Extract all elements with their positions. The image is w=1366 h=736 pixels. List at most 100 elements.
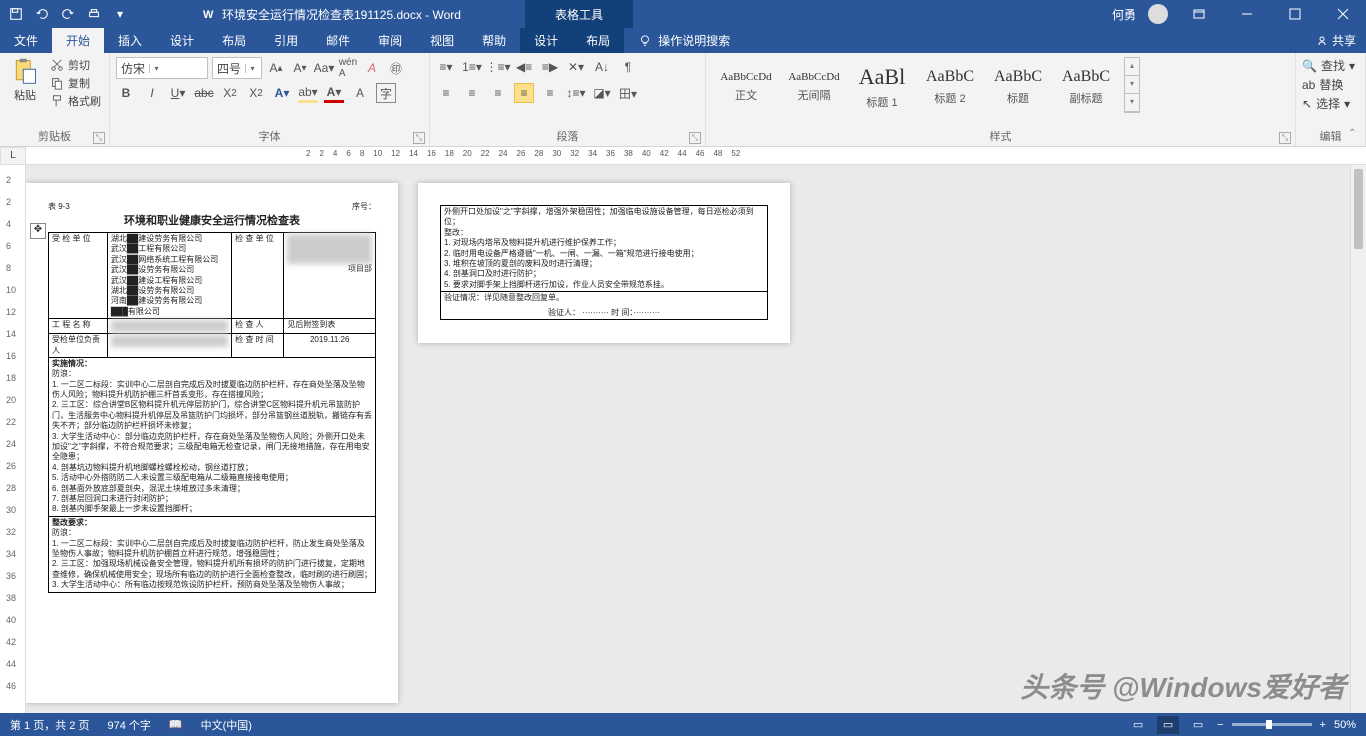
style-item[interactable]: AaBbC标题 2 [917, 57, 983, 117]
align-left-icon[interactable]: ≡ [436, 83, 456, 103]
launcher-icon[interactable]: ⤡ [689, 132, 701, 144]
tab-table-layout[interactable]: 布局 [572, 28, 624, 53]
tab-references[interactable]: 引用 [260, 28, 312, 53]
change-case-icon[interactable]: Aa▾ [314, 58, 334, 78]
tab-table-design[interactable]: 设计 [520, 28, 572, 53]
spellcheck-icon[interactable]: 📖 [169, 718, 183, 731]
page-indicator[interactable]: 第 1 页，共 2 页 [10, 717, 89, 733]
zoom-out-icon[interactable]: − [1217, 719, 1223, 731]
phonetic-guide-icon[interactable]: wénA [338, 58, 358, 78]
char-shading-icon[interactable]: A [350, 83, 370, 103]
word-count[interactable]: 974 个字 [107, 717, 150, 733]
font-size-combo[interactable]: 四号▾ [212, 57, 262, 79]
share-button[interactable]: 共享 [1316, 28, 1356, 53]
char-border-icon[interactable]: 字 [376, 83, 396, 103]
launcher-icon[interactable]: ⤡ [93, 132, 105, 144]
quickprint-icon[interactable] [82, 2, 106, 26]
tab-file[interactable]: 文件 [0, 28, 52, 53]
align-distribute-icon[interactable]: ≡ [540, 83, 560, 103]
redo-icon[interactable] [56, 2, 80, 26]
text-effects-icon[interactable]: A▾ [272, 83, 292, 103]
select-button[interactable]: ↖选择▾ [1302, 95, 1359, 112]
ruler-vertical[interactable]: 2246810121416182022242628303234363840424… [0, 165, 26, 713]
shading-icon[interactable]: ◪▾ [592, 83, 612, 103]
style-item[interactable]: AaBbC副标题 [1053, 57, 1119, 117]
borders-icon[interactable]: 田▾ [618, 83, 638, 103]
paste-button[interactable]: 粘贴 [6, 57, 44, 109]
align-right-icon[interactable]: ≡ [488, 83, 508, 103]
asian-layout-icon[interactable]: ✕▾ [566, 57, 586, 77]
cut-button[interactable]: 剪切 [50, 57, 101, 73]
clear-format-icon[interactable]: A [362, 58, 382, 78]
style-item[interactable]: AaBbCcDd无间隔 [781, 57, 847, 117]
tab-mailings[interactable]: 邮件 [312, 28, 364, 53]
table-anchor-icon[interactable]: ✥ [30, 223, 46, 239]
enclose-char-icon[interactable]: ㊞ [386, 58, 406, 78]
font-color-icon[interactable]: A▾ [324, 83, 344, 103]
web-layout-icon[interactable]: ▭ [1187, 716, 1209, 734]
qa-customize-icon[interactable]: ▾ [108, 2, 132, 26]
sort-icon[interactable]: A↓ [592, 57, 612, 77]
bullets-icon[interactable]: ≡▾ [436, 57, 456, 77]
tab-insert[interactable]: 插入 [104, 28, 156, 53]
style-item[interactable]: AaBbCcDd正文 [713, 57, 779, 117]
shrink-font-icon[interactable]: A▾ [290, 58, 310, 78]
save-icon[interactable] [4, 2, 28, 26]
align-center-icon[interactable]: ≡ [462, 83, 482, 103]
format-painter-button[interactable]: 格式刷 [50, 93, 101, 109]
user-avatar[interactable] [1148, 4, 1168, 24]
strikethrough-icon[interactable]: abc [194, 83, 214, 103]
read-mode-icon[interactable]: ▭ [1127, 716, 1149, 734]
zoom-level[interactable]: 50% [1334, 719, 1356, 731]
launcher-icon[interactable]: ⤡ [413, 132, 425, 144]
tab-design[interactable]: 设计 [156, 28, 208, 53]
minimize-icon[interactable] [1224, 0, 1270, 28]
launcher-icon[interactable]: ⤡ [1279, 132, 1291, 144]
superscript-icon[interactable]: X2 [246, 83, 266, 103]
print-layout-icon[interactable]: ▭ [1157, 716, 1179, 734]
undo-icon[interactable] [30, 2, 54, 26]
tab-view[interactable]: 视图 [416, 28, 468, 53]
replace-button[interactable]: ab替换 [1302, 76, 1359, 93]
numbering-icon[interactable]: 1≡▾ [462, 57, 482, 77]
align-justify-icon[interactable]: ≡ [514, 83, 534, 103]
ruler-corner[interactable]: L [0, 147, 26, 165]
style-item[interactable]: AaBbC标题 [985, 57, 1051, 117]
vertical-scrollbar[interactable] [1350, 165, 1366, 713]
style-item[interactable]: AaBl标题 1 [849, 57, 915, 117]
language-indicator[interactable]: 中文(中国) [201, 717, 252, 733]
ribbon-display-icon[interactable] [1176, 0, 1222, 28]
highlight-icon[interactable]: ab▾ [298, 83, 318, 103]
tab-help[interactable]: 帮助 [468, 28, 520, 53]
show-marks-icon[interactable]: ¶ [618, 57, 638, 77]
zoom-slider[interactable] [1232, 723, 1312, 726]
font-name-combo[interactable]: 仿宋▾ [116, 57, 208, 79]
page-2[interactable]: 外侧开口处加设"之"字斜撑，增强外架稳固性；加强临电设施设备管理，每日巡检必须到… [418, 183, 790, 343]
doc-table[interactable]: 受 检 单 位 湖北██建设劳务有限公司武汉██工程有限公司武汉██网络系统工程… [48, 232, 376, 593]
maximize-icon[interactable] [1272, 0, 1318, 28]
tab-layout[interactable]: 布局 [208, 28, 260, 53]
find-button[interactable]: 🔍查找▾ [1302, 57, 1359, 74]
styles-more-icon[interactable]: ▴▾▾ [1124, 57, 1140, 113]
tab-review[interactable]: 审阅 [364, 28, 416, 53]
line-spacing-icon[interactable]: ↕≡▾ [566, 83, 586, 103]
decrease-indent-icon[interactable]: ◀≡ [514, 57, 534, 77]
collapse-ribbon-icon[interactable]: ⌃ [1348, 128, 1362, 142]
bold-icon[interactable]: B [116, 83, 136, 103]
italic-icon[interactable]: I [142, 83, 162, 103]
close-icon[interactable] [1320, 0, 1366, 28]
user-name[interactable]: 何勇 [1112, 6, 1136, 23]
tell-me-search[interactable]: 操作说明搜索 [624, 28, 744, 53]
tab-home[interactable]: 开始 [52, 28, 104, 53]
subscript-icon[interactable]: X2 [220, 83, 240, 103]
scrollbar-thumb[interactable] [1354, 169, 1363, 249]
multilevel-icon[interactable]: ⋮≡▾ [488, 57, 508, 77]
underline-icon[interactable]: U▾ [168, 83, 188, 103]
increase-indent-icon[interactable]: ≡▶ [540, 57, 560, 77]
zoom-in-icon[interactable]: + [1320, 719, 1326, 731]
copy-button[interactable]: 复制 [50, 75, 101, 91]
ruler-horizontal[interactable]: 2246810121416182022242628303234363840424… [26, 147, 1366, 165]
page-1[interactable]: ✥ 表 9-3 序号： 环境和职业健康安全运行情况检查表 受 检 单 位 湖北█… [26, 183, 398, 703]
document-canvas[interactable]: ✥ 表 9-3 序号： 环境和职业健康安全运行情况检查表 受 检 单 位 湖北█… [26, 165, 1350, 713]
grow-font-icon[interactable]: A▴ [266, 58, 286, 78]
